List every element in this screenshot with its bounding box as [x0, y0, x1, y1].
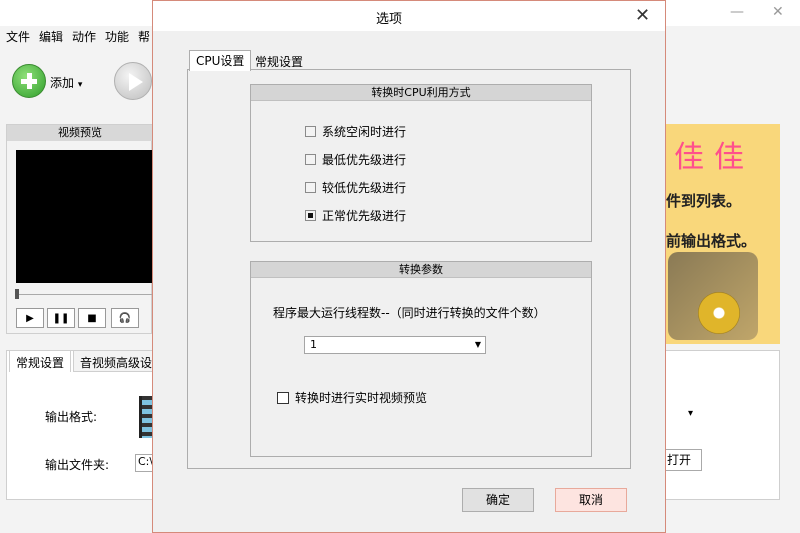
banner-line-1: 件到列表。: [666, 192, 742, 210]
checkbox-lowest[interactable]: [305, 154, 316, 165]
checkbox-low[interactable]: [305, 182, 316, 193]
menu-file[interactable]: 文件: [6, 28, 30, 45]
add-button[interactable]: 添加 ▾: [50, 74, 82, 91]
pause-button[interactable]: ❚❚: [47, 308, 75, 328]
banner-logo-text: 佳佳: [674, 140, 754, 175]
option-normal[interactable]: 正常优先级进行: [305, 207, 406, 224]
option-normal-label: 正常优先级进行: [322, 209, 407, 223]
play-icon[interactable]: [114, 62, 152, 100]
conversion-params-group: 转换参数 程序最大运行线程数--（同时进行转换的文件个数） 1 ▼ 转换时进行实…: [250, 261, 592, 457]
chevron-down-icon[interactable]: ▾: [78, 80, 83, 90]
option-lowest[interactable]: 最低优先级进行: [305, 151, 406, 168]
menu-action[interactable]: 动作: [72, 28, 96, 45]
thread-count-value: 1: [310, 338, 317, 351]
chevron-down-icon[interactable]: ▼: [475, 337, 481, 353]
dvd-icon: [668, 252, 758, 340]
tab-general-settings[interactable]: 常规设置: [9, 350, 72, 372]
checkbox-realtime-preview[interactable]: [277, 391, 289, 404]
promo-banner: 佳佳 件到列表。 前输出格式。: [666, 124, 780, 344]
dialog-title: 选项: [375, 12, 402, 27]
checkbox-idle[interactable]: [305, 126, 316, 137]
cpu-usage-group: 转换时CPU利用方式 系统空闲时进行 最低优先级进行 较低优先级进行 正常优先级…: [250, 84, 592, 242]
option-low-label: 较低优先级进行: [322, 181, 407, 195]
menu-help[interactable]: 帮: [138, 28, 150, 45]
realtime-preview-option[interactable]: 转换时进行实时视频预览: [277, 389, 427, 406]
tab-cpu-settings[interactable]: CPU设置: [189, 50, 252, 71]
output-folder-label: 输出文件夹:: [45, 458, 110, 472]
video-preview-panel: 视频预览 ▶ ❚❚ ■ 🎧: [6, 124, 153, 334]
option-lowest-label: 最低优先级进行: [322, 153, 407, 167]
menu-edit[interactable]: 编辑: [39, 28, 63, 45]
minimize-icon[interactable]: —: [730, 4, 744, 20]
cancel-button[interactable]: 取消: [555, 488, 627, 512]
open-folder-button[interactable]: 打开: [662, 449, 702, 471]
audio-button[interactable]: 🎧: [111, 308, 139, 328]
play-button[interactable]: ▶: [16, 308, 44, 328]
preview-title: 视频预览: [7, 125, 153, 141]
ok-button[interactable]: 确定: [462, 488, 534, 512]
banner-line-2: 前输出格式。: [666, 232, 757, 250]
close-icon[interactable]: ✕: [635, 5, 650, 26]
checkbox-normal[interactable]: [305, 210, 316, 221]
option-low[interactable]: 较低优先级进行: [305, 179, 406, 196]
seek-handle[interactable]: [15, 289, 19, 299]
thread-count-select[interactable]: 1 ▼: [304, 336, 486, 354]
preview-screen: [16, 150, 153, 283]
option-idle[interactable]: 系统空闲时进行: [305, 123, 406, 140]
thread-count-label: 程序最大运行线程数--（同时进行转换的文件个数）: [273, 306, 546, 320]
realtime-preview-label: 转换时进行实时视频预览: [295, 391, 428, 405]
close-icon[interactable]: ✕: [772, 4, 784, 20]
format-select[interactable]: [666, 394, 700, 440]
stop-button[interactable]: ■: [78, 308, 106, 328]
seek-bar[interactable]: [16, 294, 153, 295]
cpu-settings-page: 转换时CPU利用方式 系统空闲时进行 最低优先级进行 较低优先级进行 正常优先级…: [187, 69, 631, 469]
add-label: 添加: [50, 76, 75, 90]
menu-function[interactable]: 功能: [105, 28, 129, 45]
add-icon[interactable]: [12, 64, 46, 98]
cpu-usage-group-title: 转换时CPU利用方式: [251, 85, 591, 101]
output-format-label: 输出格式:: [45, 410, 98, 424]
conversion-params-title: 转换参数: [251, 262, 591, 278]
tab-advanced-av[interactable]: 音视频高级设: [73, 350, 160, 372]
option-idle-label: 系统空闲时进行: [322, 125, 407, 139]
dialog-titlebar: 选项 ✕: [153, 1, 665, 31]
options-dialog: 选项 ✕ CPU设置 常规设置 转换时CPU利用方式 系统空闲时进行 最低优先级…: [152, 0, 666, 533]
